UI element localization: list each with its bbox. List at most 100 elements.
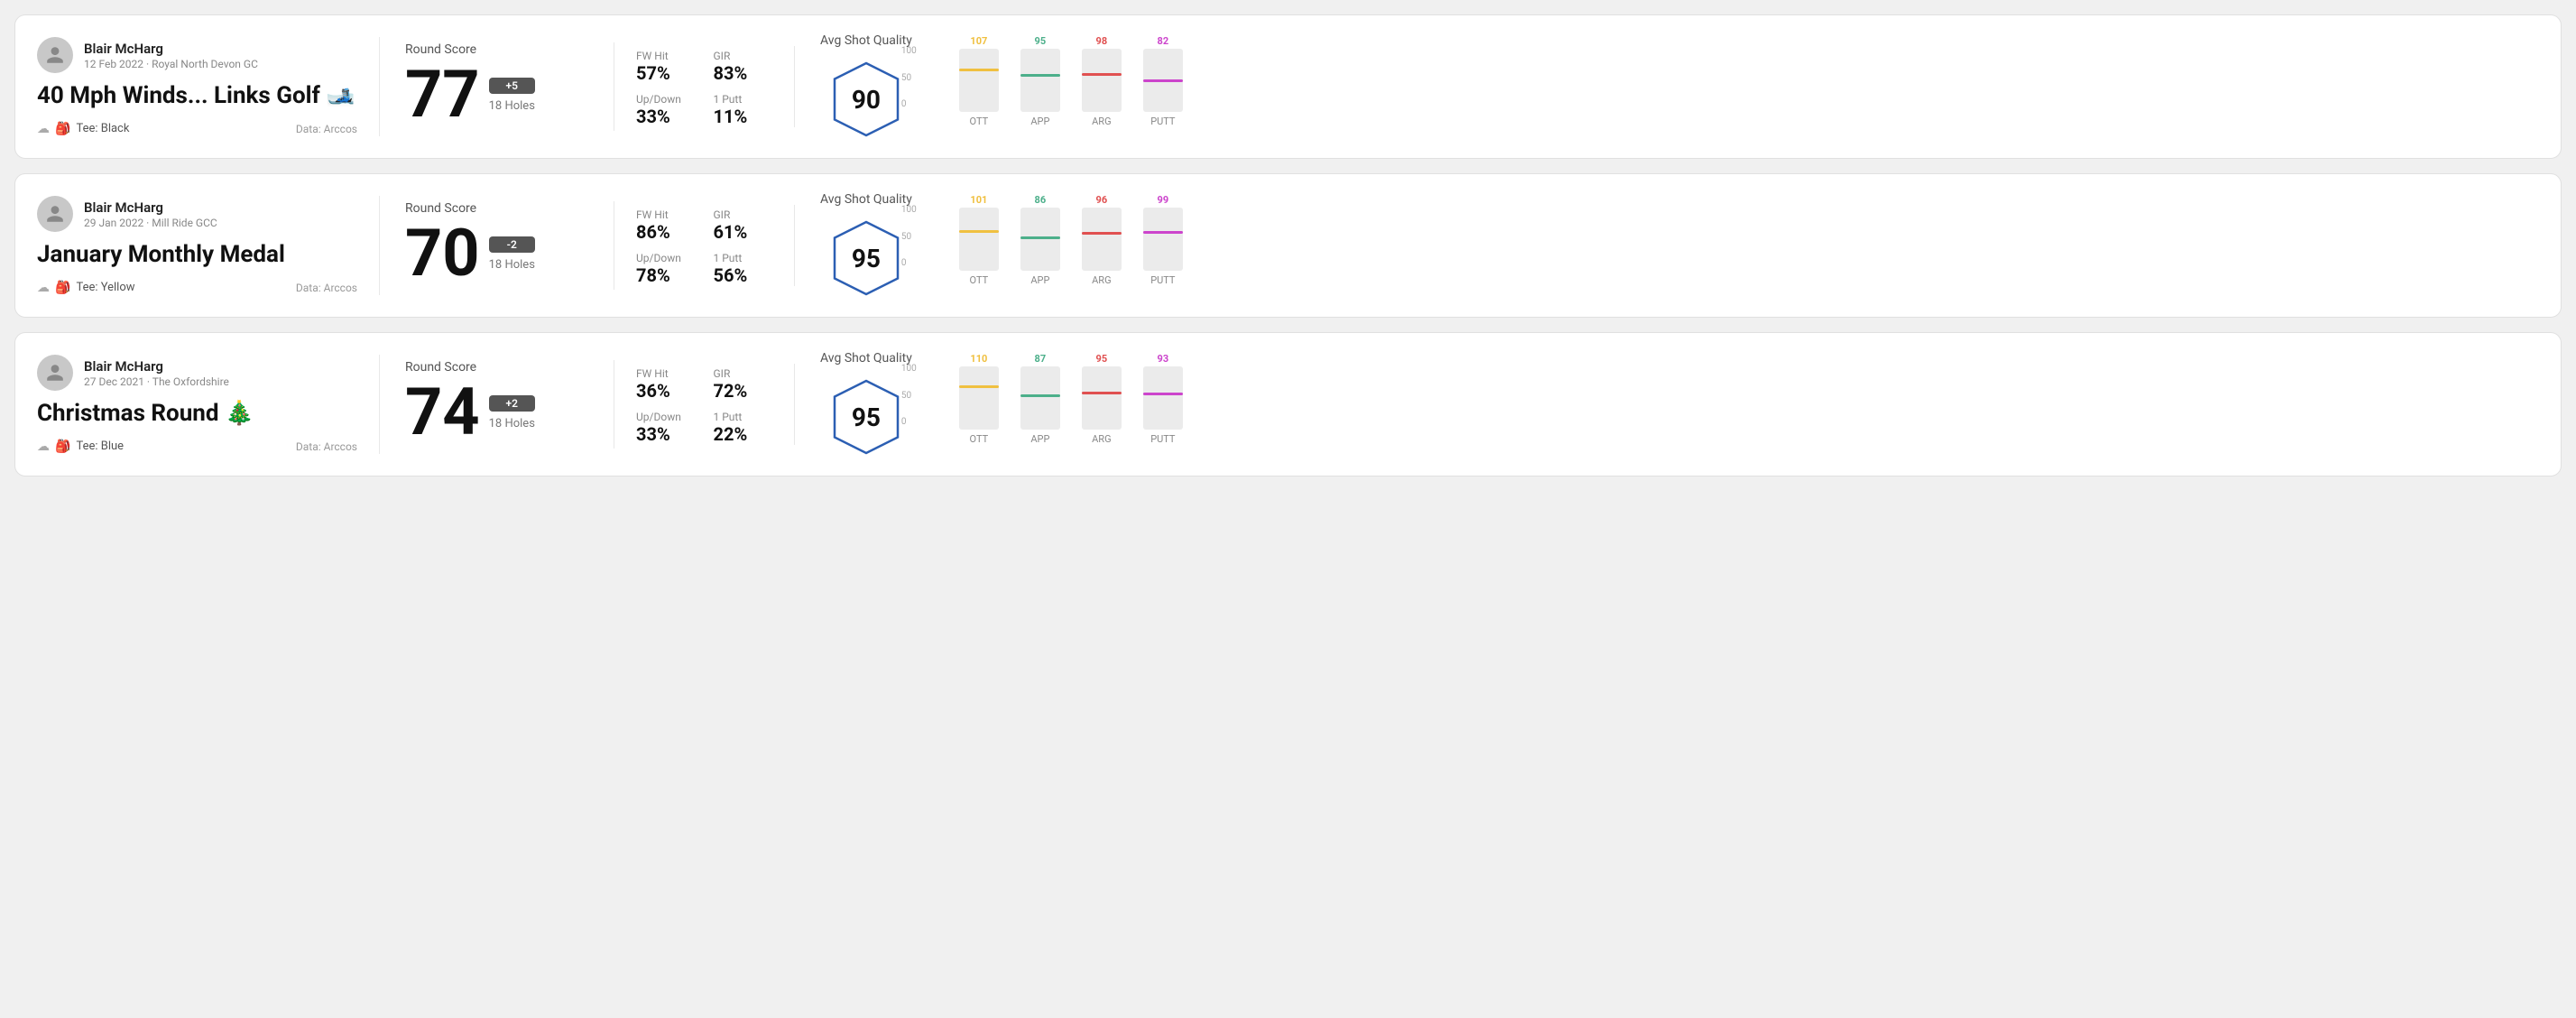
chart-wrapper: 100 50 0 110OTT87APP95ARG93PUTT [930, 364, 2539, 445]
left-section: Blair McHarg12 Feb 2022 · Royal North De… [37, 37, 380, 135]
stats-section: FW Hit86%GIR61%Up/Down78%1 Putt56% [614, 205, 795, 286]
stat-fw-hit-value: 57% [636, 62, 696, 84]
user-name: Blair McHarg [84, 358, 229, 375]
score-badge: +5 [489, 78, 535, 94]
left-section: Blair McHarg29 Jan 2022 · Mill Ride GCC J… [37, 196, 380, 294]
stat-up-down-value: 33% [636, 106, 696, 127]
bar-container-putt [1143, 49, 1183, 112]
bar-value-putt: 93 [1158, 353, 1169, 365]
score-badge: +2 [489, 395, 535, 412]
bar-label-ott: OTT [970, 116, 989, 127]
bar-marker-arg [1082, 73, 1122, 76]
bar-value-ott: 107 [970, 35, 987, 47]
right-section: Avg Shot Quality 90 100 50 0 107OTT95APP… [795, 33, 2539, 140]
data-source: Data: Arccos [296, 440, 357, 453]
hexagon-shape: 90 [826, 59, 907, 140]
score-badge: -2 [489, 236, 535, 253]
score-number: 74 [405, 380, 480, 445]
score-holes: 18 Holes [489, 99, 535, 113]
stats-grid: FW Hit36%GIR72%Up/Down33%1 Putt22% [636, 367, 772, 445]
user-meta: 27 Dec 2021 · The Oxfordshire [84, 375, 229, 388]
stat-up-down: Up/Down78% [636, 252, 696, 286]
stats-grid: FW Hit86%GIR61%Up/Down78%1 Putt56% [636, 208, 772, 286]
avatar [37, 355, 73, 391]
bar-container-arg [1082, 366, 1122, 430]
hexagon-shape: 95 [826, 376, 907, 458]
bar-marker-arg [1082, 232, 1122, 235]
card-footer: ☁🎒Tee: YellowData: Arccos [37, 281, 357, 295]
avg-shot-quality-label: Avg Shot Quality [820, 192, 912, 207]
round-title: Christmas Round 🎄 [37, 400, 357, 428]
weather-icon: ☁ [37, 281, 50, 295]
card-footer: ☁🎒Tee: BlueData: Arccos [37, 440, 357, 454]
y-100: 100 [901, 46, 917, 56]
y-axis: 100 50 0 [901, 46, 917, 109]
round-score-label: Round Score [405, 42, 588, 57]
bar-marker-app [1020, 394, 1060, 397]
stat-gir-value: 61% [714, 221, 773, 243]
bar-label-ott: OTT [970, 433, 989, 445]
bar-marker-ott [959, 385, 999, 388]
chart-bars: 110OTT87APP95ARG93PUTT [959, 364, 2539, 445]
hexagon-shape: 95 [826, 217, 907, 299]
bar-value-ott: 110 [970, 353, 987, 365]
bar-label-ott: OTT [970, 274, 989, 286]
round-score-label: Round Score [405, 201, 588, 216]
stats-grid: FW Hit57%GIR83%Up/Down33%1 Putt11% [636, 50, 772, 127]
bar-container-arg [1082, 49, 1122, 112]
score-number: 70 [405, 221, 480, 286]
card-footer: ☁🎒Tee: BlackData: Arccos [37, 122, 357, 136]
bar-label-putt: PUTT [1150, 433, 1175, 445]
round-title: January Monthly Medal [37, 241, 357, 269]
bar-value-putt: 82 [1158, 35, 1169, 47]
score-row: 70-218 Holes [405, 221, 588, 286]
stat-one-putt-value: 56% [714, 264, 773, 286]
bar-label-putt: PUTT [1150, 274, 1175, 286]
stat-gir: GIR61% [714, 208, 773, 243]
stat-fw-hit-label: FW Hit [636, 50, 696, 62]
avatar [37, 196, 73, 232]
bar-container-ott [959, 49, 999, 112]
bag-icon: 🎒 [55, 122, 70, 136]
user-info: Blair McHarg27 Dec 2021 · The Oxfordshir… [84, 358, 229, 388]
score-detail-col: -218 Holes [489, 236, 535, 272]
score-number: 77 [405, 62, 480, 127]
stat-fw-hit: FW Hit86% [636, 208, 696, 243]
bar-value-arg: 95 [1096, 353, 1108, 365]
avg-shot-quality-label: Avg Shot Quality [820, 351, 912, 366]
hexagon-container: Avg Shot Quality 95 [820, 192, 912, 299]
tee-label: Tee: Black [76, 122, 129, 135]
bar-group-ott: 110 OTT [959, 353, 999, 445]
chart-bars: 107OTT95APP98ARG82PUTT [959, 46, 2539, 127]
avg-shot-quality-label: Avg Shot Quality [820, 33, 912, 48]
stats-section: FW Hit36%GIR72%Up/Down33%1 Putt22% [614, 364, 795, 445]
hexagon-container: Avg Shot Quality 95 [820, 351, 912, 458]
middle-section: Round Score74+218 Holes [380, 360, 614, 449]
y-0: 0 [901, 258, 917, 268]
bar-container-arg [1082, 208, 1122, 271]
bar-value-putt: 99 [1158, 194, 1169, 206]
stat-one-putt: 1 Putt11% [714, 93, 773, 127]
bar-container-app [1020, 49, 1060, 112]
stat-one-putt-label: 1 Putt [714, 411, 773, 423]
stat-gir: GIR72% [714, 367, 773, 402]
stat-gir-label: GIR [714, 367, 773, 380]
stat-gir-value: 83% [714, 62, 773, 84]
bar-group-arg: 95ARG [1082, 353, 1122, 445]
bar-container-app [1020, 208, 1060, 271]
tee-info: ☁ 🎒 Tee: Black [37, 122, 129, 136]
hexagon-score: 95 [852, 244, 881, 273]
stat-up-down: Up/Down33% [636, 411, 696, 445]
user-header: Blair McHarg29 Jan 2022 · Mill Ride GCC [37, 196, 357, 232]
user-meta: 12 Feb 2022 · Royal North Devon GC [84, 58, 258, 70]
y-axis: 100 50 0 [901, 364, 917, 427]
stat-one-putt-value: 11% [714, 106, 773, 127]
score-detail-col: +5 18 Holes [489, 78, 535, 113]
avatar [37, 37, 73, 73]
bar-group-app: 87APP [1020, 353, 1060, 445]
weather-icon: ☁ [37, 440, 50, 454]
stat-up-down-label: Up/Down [636, 252, 696, 264]
weather-icon: ☁ [37, 122, 50, 136]
bar-value-arg: 96 [1096, 194, 1108, 206]
score-row: 74+218 Holes [405, 380, 588, 445]
